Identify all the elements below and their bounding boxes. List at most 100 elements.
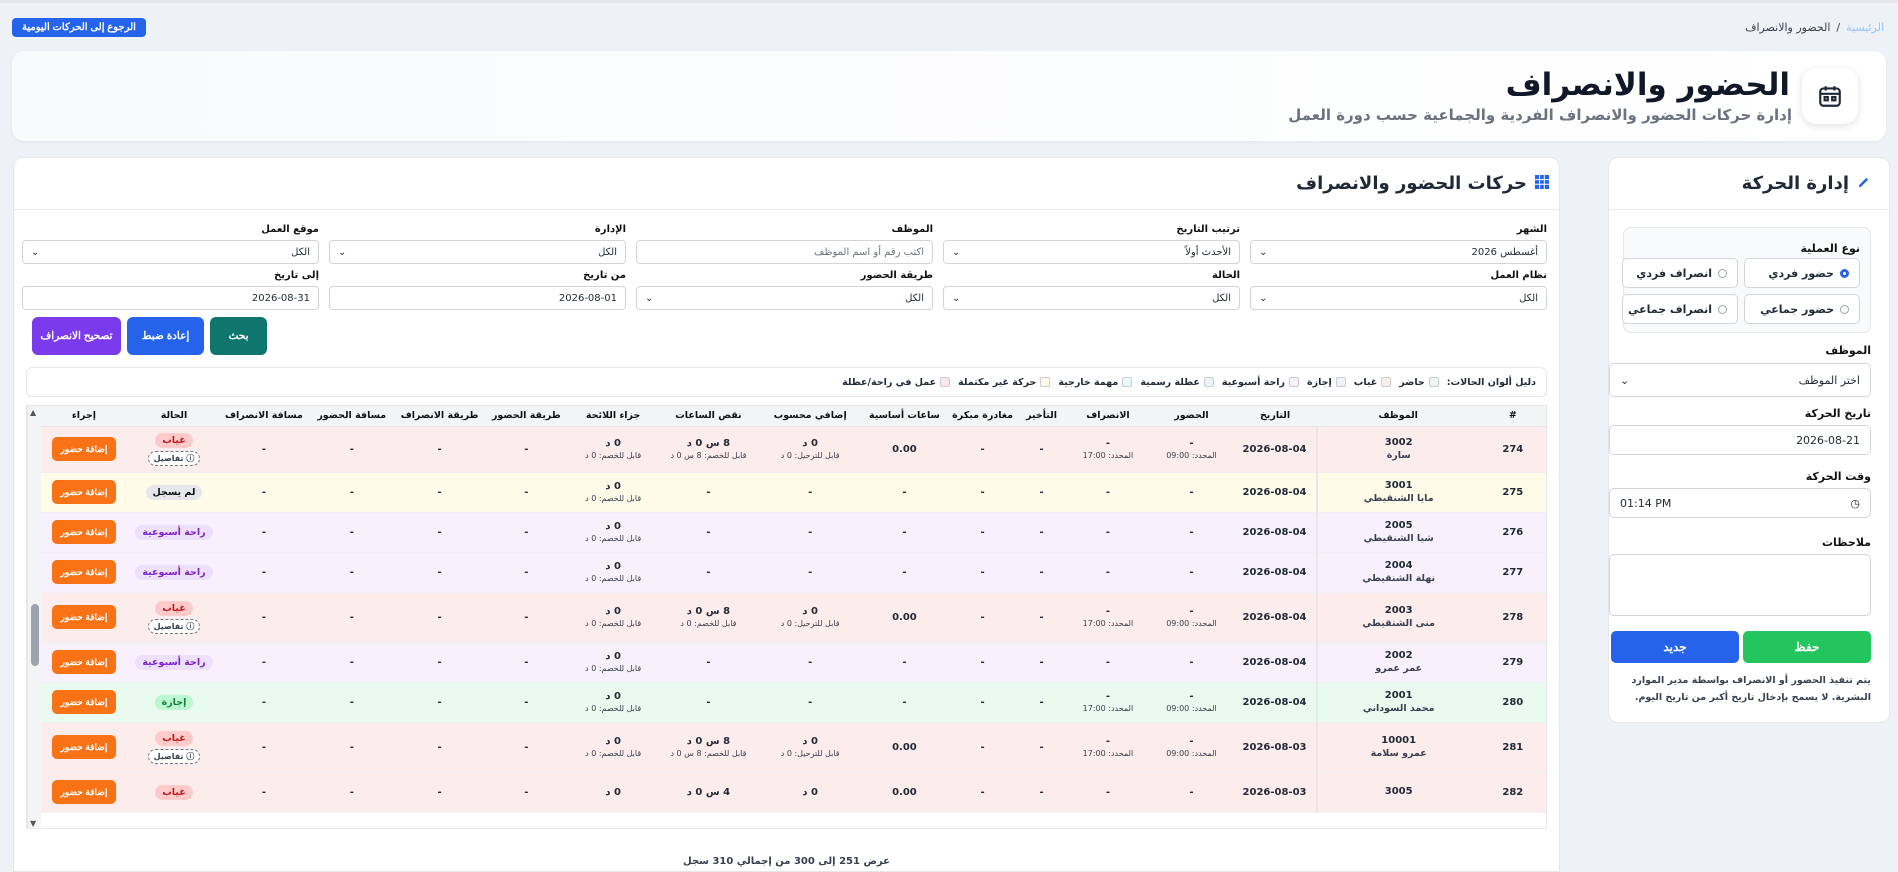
add-attendance-button[interactable]: إضافة حضور [51,560,116,584]
legend-item: راحة أسبوعية [1222,377,1300,388]
add-attendance-button[interactable]: إضافة حضور [51,735,116,759]
cell-value: - [1039,786,1044,798]
from-date-input[interactable]: 2026-08-01 [329,286,626,310]
movement-date-input[interactable]: 2026-08-21 [1609,425,1871,455]
cell-value: 275 [1502,486,1524,498]
scroll-up-icon[interactable]: ▲ [30,408,36,417]
table-cell: 2026-08-03 [1233,722,1317,773]
add-attendance-button[interactable]: إضافة حضور [51,520,116,544]
new-button[interactable]: جديد [1611,631,1739,663]
radio-label: حضور فردي [1768,266,1834,280]
table-cell: - المحدد: 09:00 [1149,722,1234,773]
table-cell: 8 س 0 د قابل للخصم: 8 س 0 د [657,722,760,773]
table-cell: - [759,512,861,553]
radio-group-in[interactable]: حضور جماعي [1744,294,1860,324]
cell-value: 276 [1502,526,1524,538]
table-cell: - [759,682,861,723]
reset-button[interactable]: إعادة ضبط [127,317,204,355]
status-badge: غياب [155,432,193,448]
radio-group-out[interactable]: انصراف جماعي [1622,294,1738,324]
add-attendance-button[interactable]: إضافة حضور [51,480,116,504]
add-attendance-button[interactable]: إضافة حضور [51,605,116,629]
table-cell: - [948,512,1017,553]
legend-item: إجازة [1307,377,1346,388]
cell-value: - [1189,526,1194,538]
scroll-down-icon[interactable]: ▼ [30,819,36,828]
breadcrumb-home[interactable]: الرئيسية [1846,21,1884,34]
add-attendance-button[interactable]: إضافة حضور [51,690,116,714]
fix-checkout-button[interactable]: تصحيح الانصراف [32,317,121,355]
department-value: الكل [598,246,617,258]
to-date-label: إلى تاريخ [273,270,319,281]
employee-name: محمد السوداني [1362,703,1435,714]
status-filter-select[interactable]: الكل ⌄ [943,286,1240,310]
cell-value: 0 د [605,438,621,449]
movement-panel: إدارة الحركة نوع العملية حضور فردي انصرا… [1608,157,1890,723]
chevron-down-icon: ⌄ [952,292,961,304]
cell-subvalue: المحدد: 17:00 [1082,619,1134,628]
table-cell: - [657,472,760,513]
employee-select[interactable]: اختر الموظف ⌄ [1609,363,1871,397]
details-button[interactable]: ⓘ تفاصيل [147,748,200,764]
radio-individual-out[interactable]: انصراف فردي [1622,258,1738,288]
table-cell: 0 د قابل للخصم: 0 د [569,682,658,723]
notes-textarea[interactable] [1609,554,1871,616]
table-row: 280 2001 محمد السوداني 2026-08-04 - المحدد: 0… [40,682,1546,723]
search-button[interactable]: بحث [210,317,267,355]
details-button[interactable]: ⓘ تفاصيل [147,618,200,634]
table-row: 278 2003 منى الشنقيطي 2026-08-04 - المحدد: 09… [40,592,1546,643]
cell-value: - [1105,606,1110,617]
breadcrumb: الرئيسية / الحضور والانصراف [1745,21,1884,34]
movement-time-input[interactable]: 01:14 PM ◷ [1609,488,1871,518]
cell-value: - [1039,656,1044,668]
table-cell: 279 [1479,642,1546,683]
save-button[interactable]: حفظ [1743,631,1871,663]
details-button[interactable]: ⓘ تفاصيل [147,450,200,466]
method-select[interactable]: الكل ⌄ [636,286,933,310]
table-cell: 0 د قابل للخصم: 0 د [569,592,658,643]
employee-code: 2004 [1384,560,1413,571]
table-cell: 2026-08-04 [1233,642,1317,683]
add-attendance-button[interactable]: إضافة حضور [51,437,116,461]
notes-label: ملاحظات [1822,536,1871,549]
table-cell: - [1016,722,1067,773]
table-cell: 0 د قابل للترحيل: 0 د [759,592,861,643]
cell-value: 8 س 0 د [686,736,731,747]
table-row: 275 3001 مايا الشنقيطي 2026-08-04- - - - - - -0 د… [40,472,1546,513]
work-system-select[interactable]: الكل ⌄ [1250,286,1547,310]
month-select[interactable]: أغسطس 2026 ⌄ [1250,240,1547,264]
site-select[interactable]: الكل ⌄ [22,240,319,264]
department-select[interactable]: الكل ⌄ [329,240,626,264]
back-to-daily-button[interactable]: الرجوع إلى الحركات اليومية [12,18,146,37]
legend-label: مهمة خارجية [1058,376,1119,388]
cell-value: 4 س 0 د [686,786,731,798]
table-cell: - [220,592,308,643]
scrollbar-thumb[interactable] [31,604,39,666]
column-header: إجراء [40,406,128,427]
cell-subvalue: قابل للخصم: 0 د [585,619,642,628]
employee-filter-input[interactable]: اكتب رقم أو اسم الموظف [636,240,933,264]
chevron-down-icon: ⌄ [952,246,961,258]
table-cell: - [1016,552,1067,593]
cell-subvalue: قابل للخصم: 0 د [680,619,737,628]
add-attendance-button[interactable]: إضافة حضور [51,780,116,804]
cell-value: - [1189,606,1194,617]
page-header: الحضور والانصراف إدارة حركات الحضور والا… [12,51,1886,141]
action-cell: إضافة حضور [40,592,128,643]
cell-value: 280 [1502,696,1524,708]
table-cell: - [860,552,949,593]
sort-select[interactable]: الأحدث أولاً ⌄ [943,240,1240,264]
table-cell: - [860,472,949,513]
cell-value: - [808,566,813,578]
table-cell: - [948,772,1017,813]
cell-value: 2026-08-04 [1242,566,1307,578]
table-scrollbar[interactable]: ▲ ▼ [27,406,41,828]
cell-value: 2026-08-04 [1242,611,1307,623]
table-cell: 8 س 0 د قابل للخصم: 0 د [657,592,760,643]
radio-individual-in[interactable]: حضور فردي [1744,258,1860,288]
add-attendance-button[interactable]: إضافة حضور [51,650,116,674]
to-date-input[interactable]: 2026-08-31 [22,286,319,310]
table-cell: - المحدد: 17:00 [1066,722,1150,773]
cell-value: - [808,696,813,708]
action-cell: إضافة حضور [40,512,128,553]
